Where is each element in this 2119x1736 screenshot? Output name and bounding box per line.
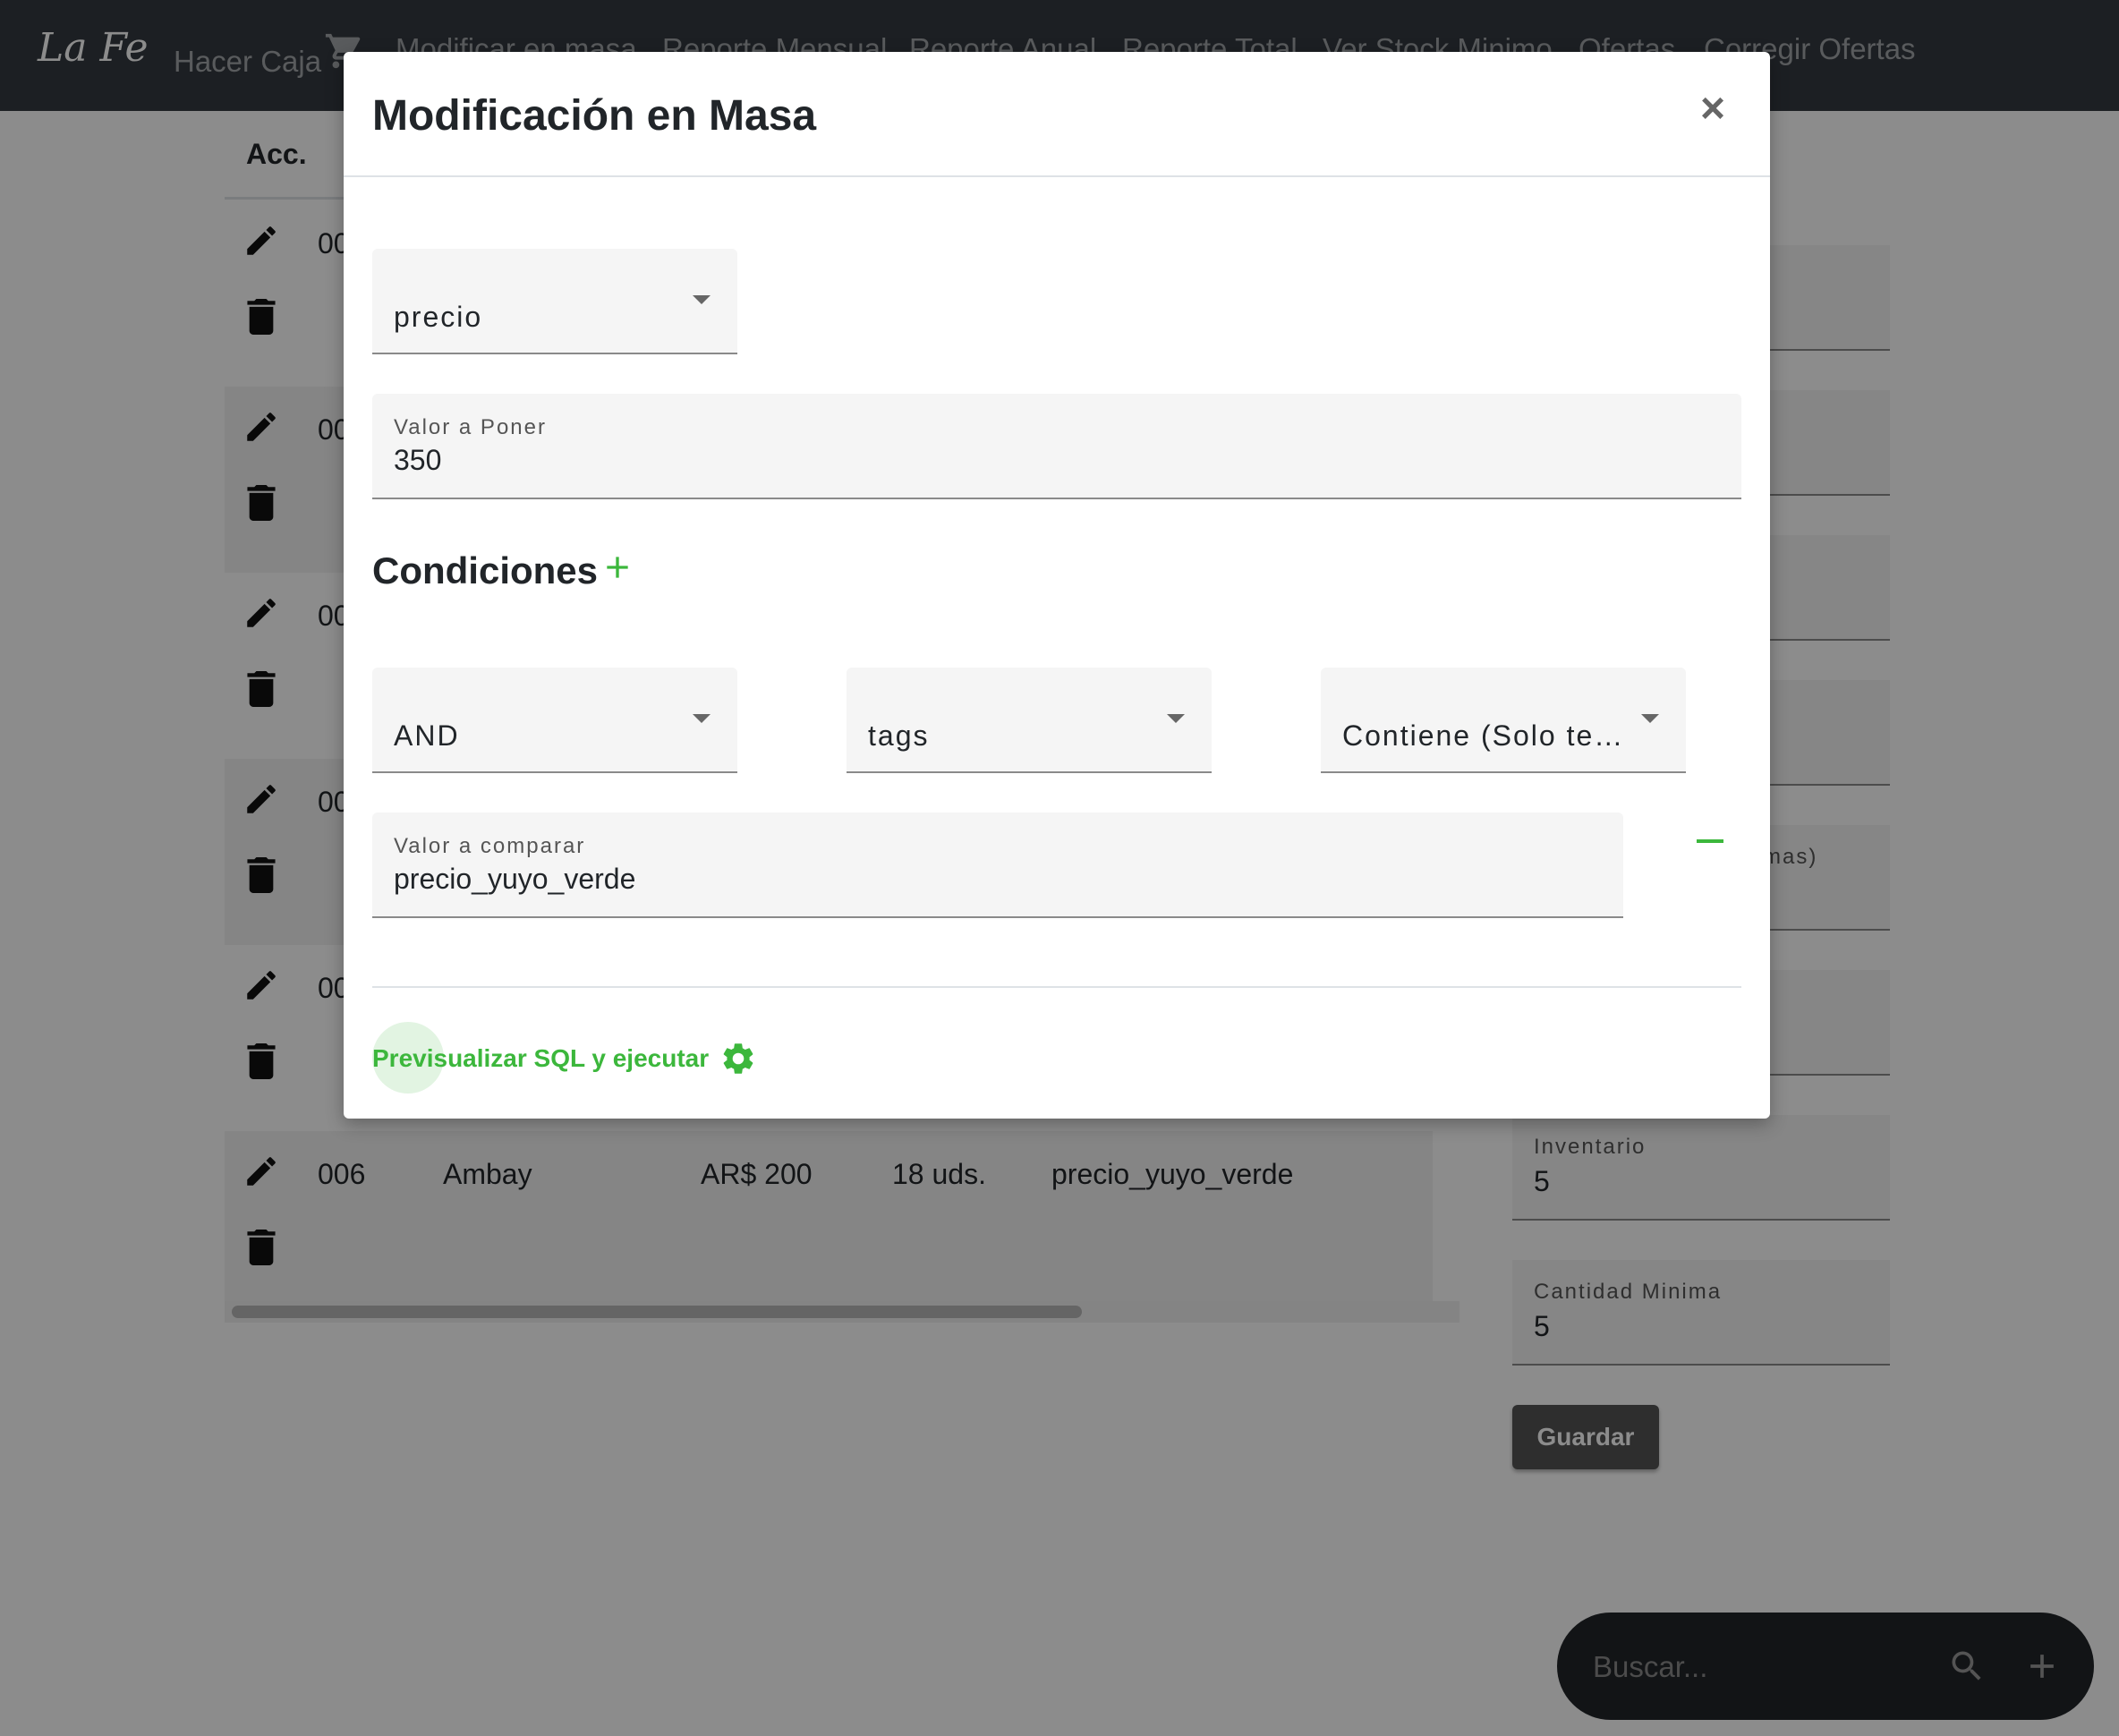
dropdown-arrow-icon (1167, 714, 1185, 723)
mass-edit-modal: Modificación en Masa × precio Valor a Po… (344, 52, 1770, 1119)
logic-select-value: AND (394, 719, 460, 752)
preview-sql-label: Previsualizar SQL y ejecutar (372, 1044, 710, 1072)
field-select-value: precio (394, 301, 483, 333)
preview-sql-button[interactable]: Previsualizar SQL y ejecutar (372, 1022, 757, 1094)
column-select[interactable]: tags (847, 668, 1212, 773)
modal-footer-divider (372, 986, 1741, 988)
close-button[interactable]: × (1700, 88, 1725, 131)
remove-condition-icon[interactable] (1697, 839, 1723, 843)
conditions-heading: Condiciones (372, 549, 599, 591)
compare-value-label: Valor a comparar (394, 834, 586, 858)
modal-header-divider (344, 175, 1770, 177)
modal-title: Modificación en Masa (372, 92, 817, 140)
compare-value-input[interactable]: Valor a comparar precio_yuyo_verde (372, 813, 1623, 918)
add-condition-icon[interactable] (600, 549, 635, 585)
dropdown-arrow-icon (1641, 714, 1659, 723)
field-select[interactable]: precio (372, 249, 737, 354)
value-input-label: Valor a Poner (394, 415, 547, 439)
operator-select[interactable]: Contiene (Solo te… (1321, 668, 1686, 773)
logic-select[interactable]: AND (372, 668, 737, 773)
compare-value-value: precio_yuyo_verde (394, 863, 636, 895)
gear-icon (723, 1043, 753, 1074)
column-select-value: tags (868, 719, 930, 752)
dropdown-arrow-icon (693, 295, 711, 304)
value-input[interactable]: Valor a Poner 350 (372, 394, 1741, 499)
operator-select-value: Contiene (Solo te… (1342, 719, 1625, 752)
dropdown-arrow-icon (693, 714, 711, 723)
value-input-value: 350 (394, 444, 442, 476)
